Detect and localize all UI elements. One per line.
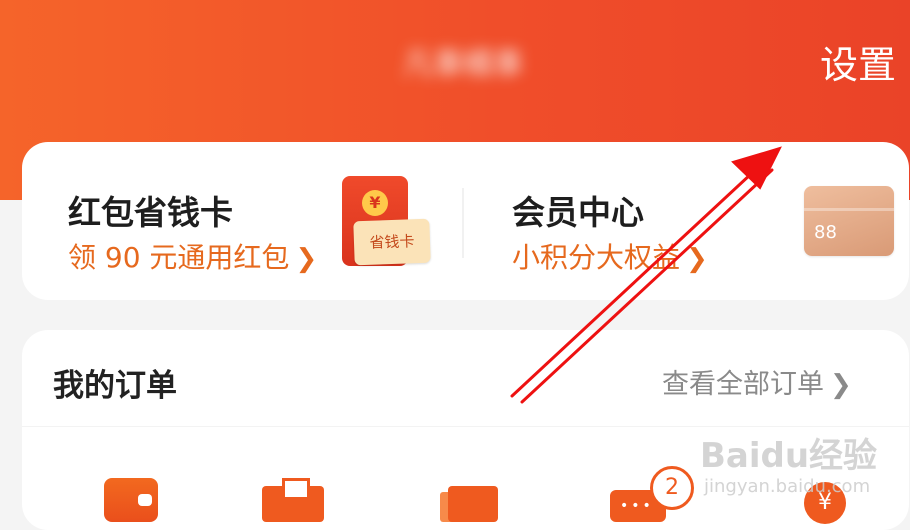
orders-title: 我的订单 [53,368,177,404]
red-packet-subtitle-text: 领 90 元通用红包 [68,241,290,274]
shipment-tab-shape [282,478,310,500]
member-center-entry[interactable]: 会员中心 小积分大权益 ❯ 88 [466,142,909,300]
member-card-number: 88 [814,222,837,243]
chevron-right-icon: ❯ [830,370,852,400]
receipt-box-shape [448,486,498,522]
red-packet-icon: ¥ 省钱卡 [342,176,452,268]
red-packet-card-entry[interactable]: 红包省钱卡 领 90 元通用红包 ❯ ¥ 省钱卡 [22,142,462,300]
review-dots: ••• [620,498,654,514]
divider [462,188,464,258]
view-all-orders-text: 查看全部订单 [662,369,824,400]
member-subtitle-text: 小积分大权益 [512,241,681,274]
member-card-icon: 88 [804,186,894,256]
pending-payment-icon[interactable] [104,478,158,522]
orders-card: 我的订单 查看全部订单 ❯ ••• 2 ¥ [22,330,909,530]
benefits-card: 红包省钱卡 领 90 元通用红包 ❯ ¥ 省钱卡 会员中心 小积分大权益 ❯ 88 [22,142,909,300]
orders-separator [22,426,909,427]
review-count-badge: 2 [650,466,694,510]
refund-icon[interactable]: ¥ [792,478,854,524]
member-center-title: 会员中心 [512,193,644,232]
member-center-subtitle: 小积分大权益 ❯ [512,236,708,276]
pending-shipment-icon[interactable] [262,478,324,522]
card-stripe [804,208,894,211]
red-packet-card-title: 红包省钱卡 [68,193,233,232]
savings-card-label: 省钱卡 [353,218,431,266]
settings-button[interactable]: 设置 [820,40,896,90]
username: 凡事橘事 [403,47,523,82]
red-packet-card-subtitle: 领 90 元通用红包 ❯ [68,236,317,276]
view-all-orders-link[interactable]: 查看全部订单 ❯ [662,362,852,401]
coin-icon: ¥ [362,190,388,216]
pending-receipt-icon[interactable] [440,478,498,522]
chevron-right-icon: ❯ [295,244,318,274]
chevron-right-icon: ❯ [686,244,708,274]
